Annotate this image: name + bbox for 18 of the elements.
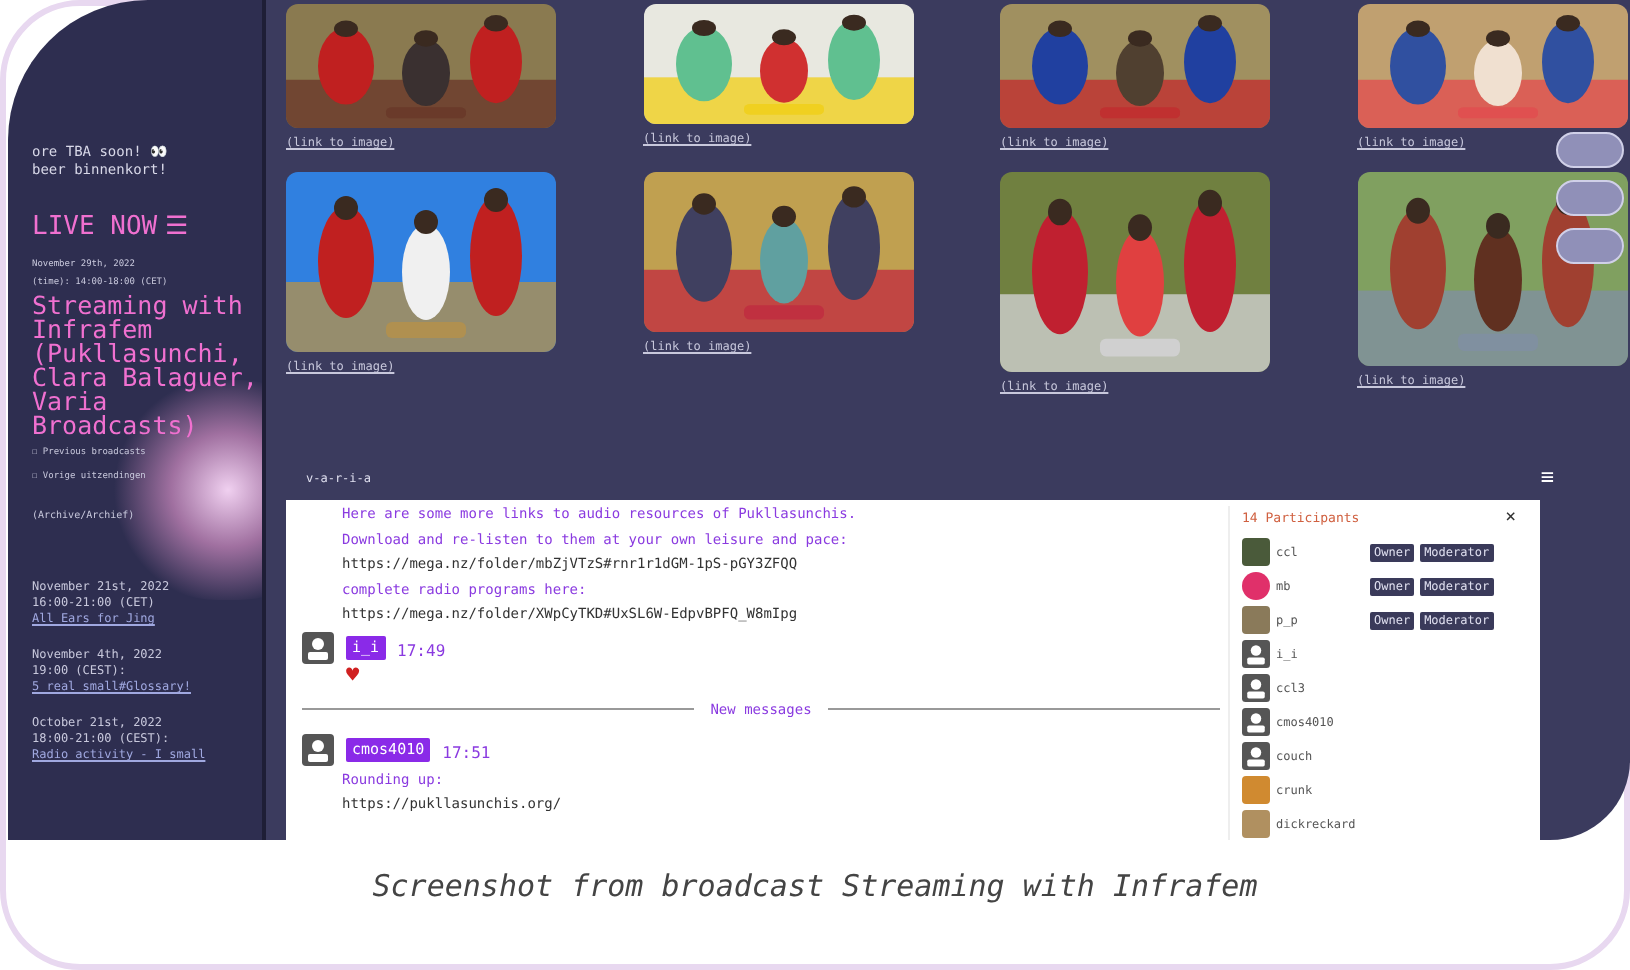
message-time: 17:51 xyxy=(442,742,491,766)
menu-icon[interactable]: ☰ xyxy=(165,208,190,247)
user-icon xyxy=(1242,708,1270,736)
chat-menu-icon[interactable]: ≡ xyxy=(1540,461,1554,495)
user-icon xyxy=(302,631,334,664)
message-time: 17:49 xyxy=(397,639,446,663)
user-icon xyxy=(1242,674,1270,702)
user-icon xyxy=(302,734,334,767)
caption: Screenshot from broadcast Streaming with Infrafem xyxy=(370,866,1260,908)
broadcast-title: Streaming with Infrafem (Pukllasunchi, Clara Balaguer, Varia Broadcasts) xyxy=(32,294,260,438)
floating-pill-icon[interactable] xyxy=(1556,228,1624,264)
floating-pill-icon[interactable] xyxy=(1556,132,1624,168)
live-now-heading: LIVE NOW xyxy=(32,210,158,246)
floating-pill-icon[interactable] xyxy=(1556,180,1624,216)
heart-reaction[interactable]: ♥ xyxy=(302,664,1220,689)
close-icon[interactable]: × xyxy=(1505,506,1516,533)
user-icon xyxy=(1242,742,1270,770)
user-icon xyxy=(1242,640,1270,668)
